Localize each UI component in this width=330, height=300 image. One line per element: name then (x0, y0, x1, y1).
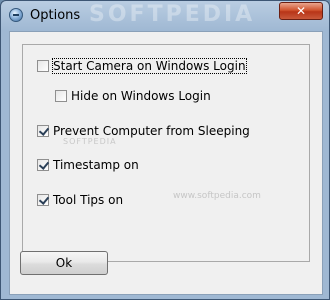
option-prevent-sleep[interactable]: Prevent Computer from Sleeping (37, 124, 250, 138)
ok-button[interactable]: Ok (20, 251, 108, 275)
options-dialog: Options SOFTPEDIA ✕ SOFTPEDIA www.softpe… (0, 0, 330, 300)
close-button[interactable]: ✕ (279, 2, 323, 20)
faint-watermark: SOFTPEDIA (63, 137, 117, 146)
option-timestamp[interactable]: Timestamp on (37, 158, 139, 172)
hide-on-login-label: Hide on Windows Login (71, 89, 211, 103)
window-title: Options (30, 8, 81, 23)
tooltips-label: Tool Tips on (53, 193, 124, 207)
camera-app-icon[interactable] (9, 8, 23, 22)
start-camera-label: Start Camera on Windows Login (52, 58, 247, 74)
option-hide-on-login[interactable]: Hide on Windows Login (55, 89, 211, 103)
prevent-sleep-label: Prevent Computer from Sleeping (53, 124, 250, 138)
option-tooltips[interactable]: Tool Tips on (37, 193, 123, 207)
options-panel: SOFTPEDIA www.softpedia.com Start Camera… (22, 44, 310, 262)
dialog-client-area: SOFTPEDIA www.softpedia.com Start Camera… (9, 31, 323, 295)
timestamp-checkbox[interactable] (37, 159, 49, 171)
softpedia-watermark: SOFTPEDIA (89, 2, 256, 27)
start-camera-checkbox[interactable] (37, 60, 49, 72)
timestamp-label: Timestamp on (53, 158, 139, 172)
close-icon: ✕ (295, 4, 307, 18)
prevent-sleep-checkbox[interactable] (37, 125, 49, 137)
url-watermark: www.softpedia.com (173, 191, 261, 201)
title-bar[interactable]: Options SOFTPEDIA ✕ (1, 1, 329, 31)
hide-on-login-checkbox[interactable] (55, 90, 67, 102)
tooltips-checkbox[interactable] (37, 194, 49, 206)
option-start-camera[interactable]: Start Camera on Windows Login (37, 58, 247, 74)
